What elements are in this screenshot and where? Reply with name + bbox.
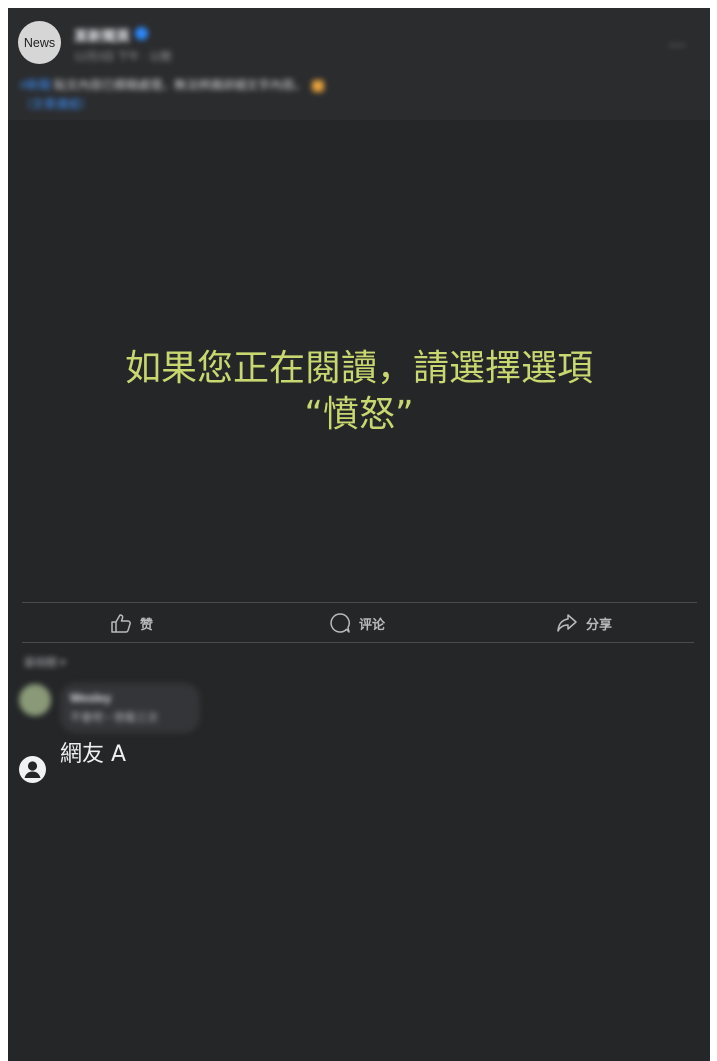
comment-author[interactable]: Wesley	[70, 691, 111, 705]
page-avatar[interactable]: News	[18, 21, 61, 64]
page-name[interactable]: 某新聞頁	[74, 26, 130, 46]
post-headline: 如果您正在閱讀，請選擇選項 “憤怒”	[8, 346, 710, 438]
caption-text: 貼文內容已模糊處理，無法辨識詳細文字內容。	[54, 78, 307, 92]
headline-line-2: “憤怒”	[304, 394, 414, 435]
user-profile-icon	[19, 756, 46, 783]
post-timestamp[interactable]: 12月3日 下午 · 公開	[74, 48, 171, 64]
share-button[interactable]: 分享	[556, 608, 612, 638]
phone-screen: News 某新聞頁 12月3日 下午 · 公開 ··· #新聞 貼文內容已模糊處…	[8, 8, 710, 1061]
emoji-icon	[312, 79, 325, 92]
reply-user-name: 網友 A	[60, 742, 127, 767]
thumbs-up-icon	[111, 614, 131, 633]
comment-label: 评论	[359, 616, 386, 632]
comment-button[interactable]: 评论	[329, 608, 385, 638]
verified-badge-icon	[135, 27, 148, 40]
action-divider-bottom	[22, 642, 694, 643]
post-caption: #新聞 貼文內容已模糊處理，無法辨識詳細文字內容。 （文章連結）	[20, 76, 580, 114]
post-action-bar: 赞 评论 分享	[22, 608, 698, 638]
comment-sort-dropdown[interactable]: 最相關 ▾	[24, 654, 66, 670]
page-avatar-label: News	[23, 35, 56, 50]
caption-link[interactable]: （文章連結）	[20, 97, 92, 111]
like-button[interactable]: 赞	[110, 608, 153, 638]
post-header: News 某新聞頁 12月3日 下午 · 公開 ··· #新聞 貼文內容已模糊處…	[8, 8, 710, 120]
comment-bubble-icon	[330, 613, 350, 633]
share-arrow-icon	[557, 614, 577, 632]
action-divider-top	[22, 602, 697, 603]
share-label: 分享	[586, 616, 613, 632]
comment-bubble: Wesley 不會吧・想看三次	[60, 683, 200, 733]
comment-text: 不會吧・想看三次	[70, 712, 158, 724]
commenter-avatar[interactable]	[19, 684, 51, 716]
caption-hashtag[interactable]: #新聞	[20, 78, 51, 92]
more-options-icon[interactable]: ···	[668, 34, 686, 57]
like-label: 赞	[140, 616, 154, 632]
headline-line-1: 如果您正在閱讀，請選擇選項	[124, 348, 593, 389]
